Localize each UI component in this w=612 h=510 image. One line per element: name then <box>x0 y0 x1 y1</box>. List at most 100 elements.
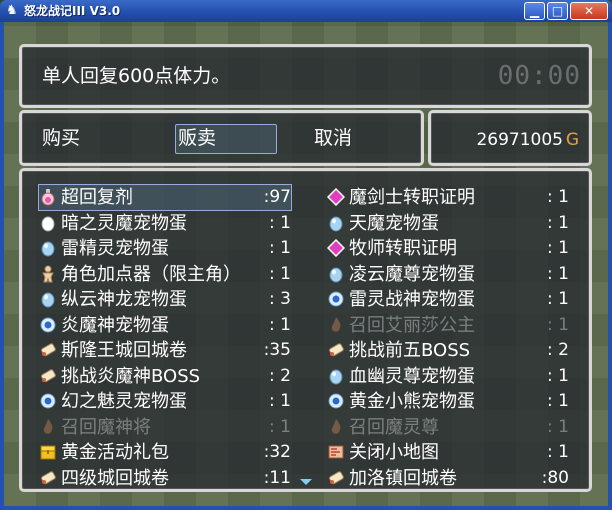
item-name: 角色加点器（限主角） <box>61 263 241 285</box>
item-slot[interactable]: 幻之魅灵宠物蛋: 1 <box>39 389 291 414</box>
close-button[interactable]: ✕ <box>570 2 608 20</box>
item-count: : 1 <box>269 263 291 284</box>
egg-blue-icon <box>327 367 345 385</box>
orb-icon <box>39 316 57 334</box>
scroll-icon <box>327 469 345 487</box>
egg-blue-icon <box>39 290 57 308</box>
item-count: : 1 <box>547 416 569 437</box>
window-title: 怒龙战记III V3.0 <box>24 4 121 18</box>
item-count: :35 <box>263 340 291 360</box>
orb-icon <box>327 290 345 308</box>
item-slot[interactable]: 黄金活动礼包:32 <box>39 440 291 465</box>
item-slot[interactable]: 牧师转职证明: 1 <box>326 236 569 261</box>
egg-white-icon <box>39 214 57 232</box>
item-count: : 1 <box>547 187 569 207</box>
map-icon <box>327 443 345 461</box>
game-clock: 00:00 <box>497 61 581 91</box>
gold-unit: G <box>565 130 579 150</box>
item-list-window: 超回复剂:97 魔剑士转职证明: 1 暗之灵魔宠物蛋: 1 天魔宠物蛋: 1 雷精灵宠物… <box>19 168 592 492</box>
item-name: 挑战前五BOSS <box>349 340 471 361</box>
item-slot[interactable]: 四级城回城卷:11 <box>39 466 291 490</box>
item-slot[interactable]: 雷灵战神宠物蛋 : 1 <box>327 287 569 312</box>
item-name: 召回魔灵尊 <box>349 416 439 438</box>
item-name: 四级城回城卷 <box>61 467 169 489</box>
minimize-icon: ▁ <box>529 4 540 18</box>
orb-icon <box>327 392 345 410</box>
item-name: 凌云魔尊宠物蛋 <box>349 263 475 285</box>
item-slot[interactable]: 炎魔神宠物蛋 : 1 <box>39 313 291 338</box>
shop-command-window: 购买 贩卖 取消 <box>19 110 424 166</box>
gold-window: 26971005 G <box>428 110 592 166</box>
egg-blue-icon <box>327 214 345 232</box>
item-count: : 1 <box>547 263 569 284</box>
item-name: 加洛镇回城卷 <box>349 467 457 489</box>
item-count: : 1 <box>269 238 291 258</box>
diamond-icon <box>326 238 346 258</box>
app-icon: ♞ <box>6 3 18 18</box>
maximize-icon: □ <box>551 4 564 18</box>
item-count: :97 <box>263 187 291 207</box>
flame-icon <box>39 418 57 436</box>
item-name: 召回艾丽莎公主 <box>349 314 475 336</box>
item-count: : 1 <box>547 238 569 258</box>
item-count: : 1 <box>547 391 569 411</box>
item-count: :32 <box>263 442 291 462</box>
item-count: : 2 <box>269 365 291 386</box>
minimize-button[interactable]: ▁ <box>524 2 545 20</box>
item-count: : 1 <box>547 314 569 335</box>
item-count: :80 <box>541 467 569 488</box>
egg-blue-icon <box>39 239 57 257</box>
item-count: : 1 <box>547 442 569 462</box>
item-name: 雷灵战神宠物蛋 <box>349 289 475 310</box>
maximize-button[interactable]: □ <box>547 2 568 20</box>
item-slot[interactable]: 超回复剂 :97 <box>38 184 292 211</box>
item-name: 纵云神龙宠物蛋 <box>61 289 187 310</box>
item-slot[interactable]: 召回魔神将: 1 <box>39 415 291 440</box>
item-slot[interactable]: 挑战前五BOSS: 2 <box>327 338 569 363</box>
figure-icon <box>39 265 57 283</box>
buy-command[interactable]: 购买 <box>42 126 80 150</box>
item-slot[interactable]: 召回艾丽莎公主 : 1 <box>327 313 569 338</box>
flame-icon <box>327 316 345 334</box>
item-count: : 1 <box>547 289 569 309</box>
egg-blue-icon <box>327 265 345 283</box>
item-count: : 3 <box>269 289 291 309</box>
item-slot[interactable]: 凌云魔尊宠物蛋 : 1 <box>327 262 569 287</box>
scroll-icon <box>327 341 345 359</box>
item-slot[interactable]: 雷精灵宠物蛋 : 1 <box>39 236 291 261</box>
item-slot[interactable]: 黄金小熊宠物蛋 : 1 <box>327 389 569 414</box>
item-slot[interactable]: 角色加点器（限主角） : 1 <box>39 262 291 287</box>
scroll-icon <box>39 341 57 359</box>
item-slot[interactable]: 纵云神龙宠物蛋 : 3 <box>39 287 291 312</box>
cancel-command[interactable]: 取消 <box>314 126 352 150</box>
item-slot[interactable]: 关闭小地图: 1 <box>327 440 569 465</box>
item-slot[interactable]: 挑战炎魔神BOSS : 2 <box>39 364 291 389</box>
item-name: 暗之灵魔宠物蛋 <box>61 212 187 234</box>
potion-icon <box>39 188 57 206</box>
item-name: 黄金小熊宠物蛋 <box>349 391 475 412</box>
item-slot[interactable]: 天魔宠物蛋 : 1 <box>327 211 569 236</box>
item-slot[interactable]: 加洛镇回城卷 :80 <box>327 466 569 490</box>
scroll-icon <box>39 469 57 487</box>
flame-icon <box>327 418 345 436</box>
close-icon: ✕ <box>583 4 595 18</box>
item-name: 超回复剂 <box>61 187 133 208</box>
item-name: 雷精灵宠物蛋 <box>61 238 169 259</box>
item-name: 炎魔神宠物蛋 <box>61 314 169 336</box>
help-text: 单人回复600点体力。 <box>42 65 231 87</box>
item-slot[interactable]: 斯隆王城回城卷:35 <box>39 338 291 363</box>
sell-command[interactable]: 贩卖 <box>178 126 216 150</box>
item-slot[interactable]: 魔剑士转职证明 : 1 <box>326 185 569 210</box>
scroll-icon <box>39 367 57 385</box>
item-slot[interactable]: 召回魔灵尊 : 1 <box>327 415 569 440</box>
item-count: : 1 <box>547 212 569 233</box>
item-count: : 1 <box>269 314 291 335</box>
item-name: 天魔宠物蛋 <box>349 212 439 234</box>
window-titlebar: ♞ 怒龙战记III V3.0 ▁ □ ✕ <box>0 0 612 22</box>
item-slot[interactable]: 暗之灵魔宠物蛋: 1 <box>39 211 291 236</box>
item-slot[interactable]: 血幽灵尊宠物蛋: 1 <box>327 364 569 389</box>
orb-icon <box>39 392 57 410</box>
scroll-down-arrow-icon[interactable] <box>300 479 312 485</box>
item-name: 挑战炎魔神BOSS <box>61 365 201 387</box>
item-name: 魔剑士转职证明 <box>349 187 475 208</box>
